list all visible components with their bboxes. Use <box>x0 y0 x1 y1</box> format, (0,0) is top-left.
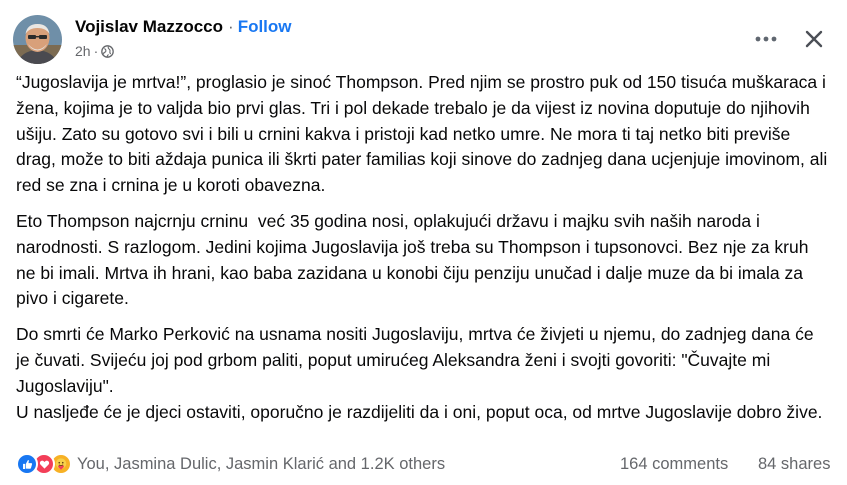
more-options-button[interactable] <box>748 24 784 54</box>
post-meta: 2h · <box>75 43 115 59</box>
post-header: Vojislav Mazzocco · Follow 2h · <box>0 0 847 76</box>
post-paragraph-3: Do smrti će Marko Perković na usnama nos… <box>16 324 819 396</box>
meta-separator: · <box>93 43 99 59</box>
globe-icon <box>101 44 115 58</box>
post-footer: You, Jasmina Dulic, Jasmin Klarić and 1.… <box>0 450 847 480</box>
follow-button[interactable]: Follow <box>238 17 292 36</box>
post-paragraph-1: “Jugoslavija je mrtva!”, proglasio je si… <box>16 72 833 196</box>
avatar-image <box>13 15 62 64</box>
more-horizontal-icon <box>755 36 777 42</box>
reactors-text: You, Jasmina Dulic, Jasmin Klarić and 1.… <box>77 454 446 473</box>
author-name[interactable]: Vojislav Mazzocco <box>75 17 223 36</box>
comments-count[interactable]: 164 comments <box>620 455 728 474</box>
like-icon <box>16 453 38 475</box>
name-separator: · <box>228 17 234 36</box>
post-paragraph-2: Eto Thompson najcrnju crninu već 35 godi… <box>16 210 814 309</box>
post-body: “Jugoslavija je mrtva!”, proglasio je si… <box>16 70 831 435</box>
shares-count[interactable]: 84 shares <box>758 455 830 474</box>
close-button[interactable] <box>797 22 831 56</box>
reactions-summary[interactable]: You, Jasmina Dulic, Jasmin Klarić and 1.… <box>16 453 445 475</box>
facebook-post: Vojislav Mazzocco · Follow 2h · “Jugosla… <box>0 0 847 485</box>
post-paragraph-4: U nasljeđe će je djeci ostaviti, oporučn… <box>16 401 823 422</box>
author-avatar[interactable] <box>13 15 62 64</box>
post-timestamp[interactable]: 2h <box>75 43 91 59</box>
author-line: Vojislav Mazzocco · Follow <box>75 17 292 37</box>
close-icon <box>805 30 823 48</box>
